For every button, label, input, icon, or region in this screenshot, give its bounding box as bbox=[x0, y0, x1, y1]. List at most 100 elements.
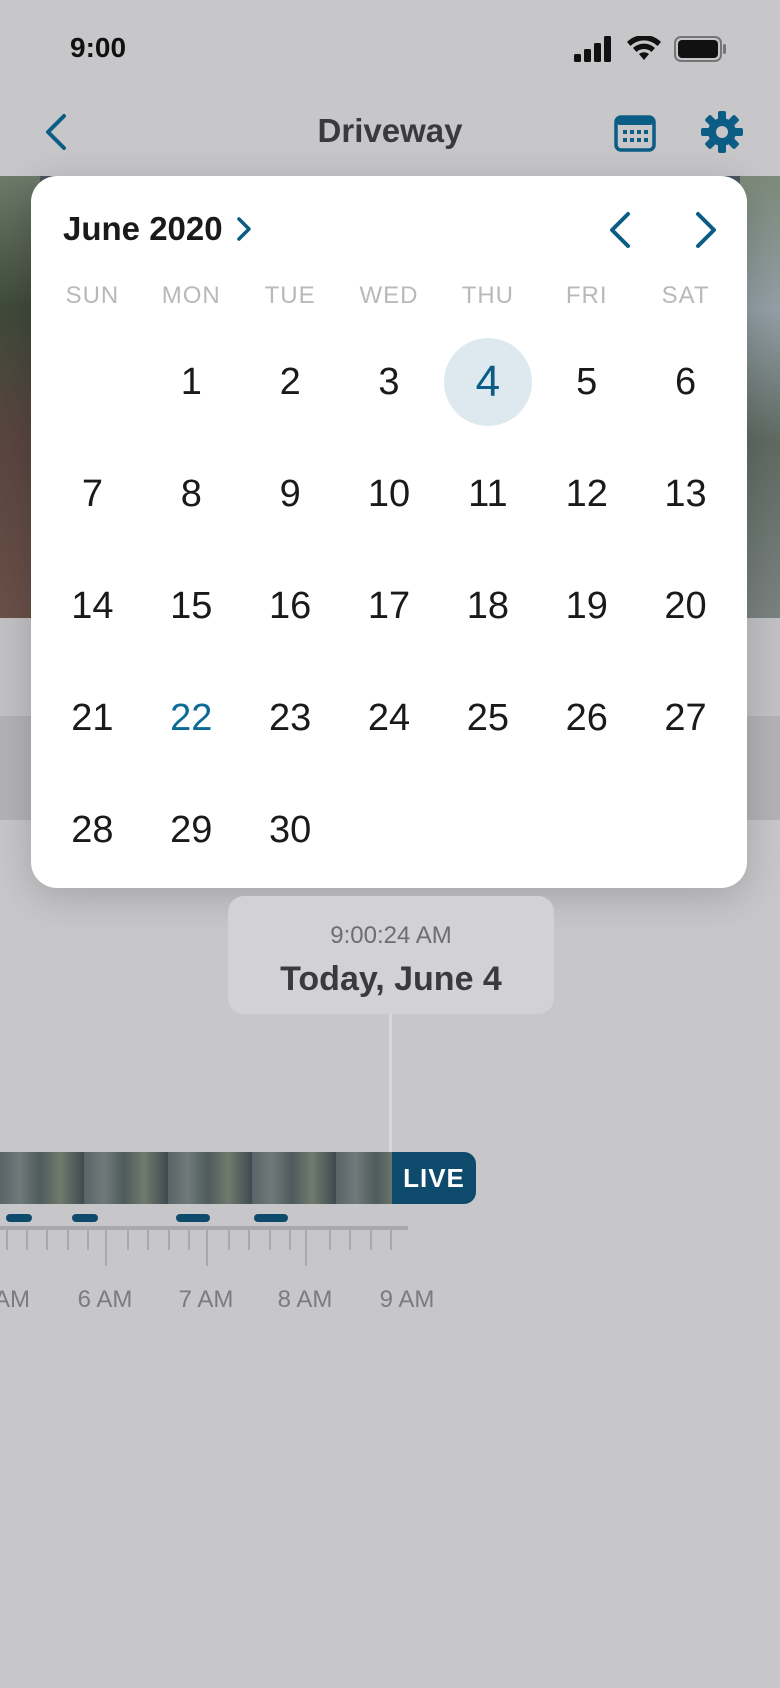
calendar-day-number: 8 bbox=[180, 472, 202, 515]
minor-tick bbox=[248, 1230, 251, 1250]
calendar-day[interactable]: 27 bbox=[636, 662, 735, 774]
calendar-day-number: 21 bbox=[71, 696, 114, 739]
calendar-day-empty bbox=[340, 774, 439, 886]
weekday-label: SAT bbox=[661, 282, 710, 309]
weekday-label: FRI bbox=[565, 282, 608, 309]
calendar-day[interactable]: 20 bbox=[636, 550, 735, 662]
chevron-right-icon bbox=[236, 217, 251, 241]
calendar-day[interactable]: 19 bbox=[537, 550, 636, 662]
calendar-day-number: 17 bbox=[367, 584, 411, 627]
calendar-day-number: 1 bbox=[180, 360, 202, 403]
calendar-day-number: 3 bbox=[378, 360, 400, 403]
calendar-day[interactable]: 15 bbox=[142, 550, 241, 662]
minor-tick bbox=[228, 1230, 231, 1250]
nav-bar: Driveway bbox=[0, 90, 780, 176]
calendar-day[interactable]: 30 bbox=[241, 774, 340, 886]
clip-thumbnail-strip[interactable] bbox=[0, 1152, 392, 1204]
weekday-label: SUN bbox=[65, 282, 120, 309]
time-label: AM bbox=[0, 1286, 30, 1313]
minor-tick bbox=[127, 1230, 130, 1250]
month-selector[interactable]: June 2020 bbox=[63, 210, 253, 248]
calendar-day-number: 10 bbox=[367, 472, 411, 515]
calendar-day[interactable]: 5 bbox=[537, 326, 636, 438]
calendar-day[interactable]: 3 bbox=[340, 326, 439, 438]
event-marker[interactable] bbox=[176, 1214, 210, 1222]
calendar-day-empty bbox=[438, 774, 537, 886]
timeline-ruler bbox=[0, 1226, 408, 1230]
calendar-day[interactable]: 24 bbox=[340, 662, 439, 774]
calendar-day[interactable]: 26 bbox=[537, 662, 636, 774]
calendar-grid: 1 2 3 4 5 6 7 8 9 10 11 12 13 14 15 16 17 18 19 20 21 22 23 24 2… bbox=[31, 326, 747, 886]
next-month-button[interactable] bbox=[685, 208, 725, 252]
minor-tick bbox=[187, 1230, 190, 1250]
calendar-day-number: 29 bbox=[170, 808, 213, 851]
gear-icon[interactable] bbox=[700, 110, 744, 154]
calendar-day-number: 12 bbox=[565, 472, 608, 515]
current-time-indicator: 9:00:24 AM Today, June 4 bbox=[228, 896, 554, 1014]
calendar-day-number: 15 bbox=[170, 584, 213, 627]
calendar-day[interactable]: 10 bbox=[340, 438, 439, 550]
time-label: 6 AM bbox=[77, 1286, 133, 1313]
minor-tick bbox=[86, 1230, 89, 1250]
calendar-day-number: 23 bbox=[268, 696, 312, 739]
weekday-label: MON bbox=[161, 282, 221, 309]
page-title: Driveway bbox=[317, 112, 463, 149]
calendar-day[interactable]: 11 bbox=[438, 438, 537, 550]
calendar-day-selected[interactable]: 4 bbox=[438, 326, 537, 438]
calendar-day-number: 28 bbox=[71, 808, 114, 851]
calendar-header: June 2020 bbox=[31, 176, 747, 276]
calendar-day[interactable]: 7 bbox=[43, 438, 142, 550]
current-date: Today, June 4 bbox=[280, 960, 502, 998]
minor-tick bbox=[167, 1230, 170, 1250]
month-label: June 2020 bbox=[63, 210, 223, 247]
calendar-day[interactable]: 8 bbox=[142, 438, 241, 550]
previous-month-button[interactable] bbox=[601, 208, 641, 252]
calendar-day-empty bbox=[537, 774, 636, 886]
calendar-day[interactable]: 1 bbox=[142, 326, 241, 438]
status-icons bbox=[574, 36, 728, 62]
calendar-day-number: 18 bbox=[466, 584, 509, 627]
calendar-day[interactable]: 28 bbox=[43, 774, 142, 886]
calendar-day[interactable]: 2 bbox=[241, 326, 340, 438]
calendar-day[interactable]: 25 bbox=[438, 662, 537, 774]
calendar-day[interactable]: 21 bbox=[43, 662, 142, 774]
calendar-day-number: 24 bbox=[367, 696, 411, 739]
event-marker[interactable] bbox=[254, 1214, 288, 1222]
calendar-popover: June 2020 SUN MON TUE WED THU FRI SAT 12… bbox=[31, 176, 747, 888]
calendar-day[interactable]: 14 bbox=[43, 550, 142, 662]
calendar-day[interactable]: 16 bbox=[241, 550, 340, 662]
calendar-day[interactable]: 22 bbox=[142, 662, 241, 774]
calendar-day-number: 6 bbox=[674, 360, 697, 403]
event-marker[interactable] bbox=[72, 1214, 98, 1222]
calendar-day[interactable]: 13 bbox=[636, 438, 735, 550]
calendar-day[interactable]: 29 bbox=[142, 774, 241, 886]
minor-tick bbox=[268, 1230, 271, 1250]
minor-tick bbox=[349, 1230, 352, 1250]
minor-tick bbox=[389, 1230, 392, 1250]
calendar-day[interactable]: 9 bbox=[241, 438, 340, 550]
calendar-day-number: 26 bbox=[565, 696, 608, 739]
minor-tick bbox=[6, 1230, 8, 1250]
minor-tick bbox=[288, 1230, 291, 1250]
battery-icon bbox=[674, 36, 726, 62]
calendar-day-number: 2 bbox=[279, 360, 301, 403]
calendar-day-number: 11 bbox=[468, 472, 508, 515]
live-button[interactable]: LIVE bbox=[392, 1152, 476, 1204]
calendar-day[interactable]: 23 bbox=[241, 662, 340, 774]
calendar-icon[interactable] bbox=[614, 112, 656, 154]
minor-tick bbox=[329, 1230, 332, 1250]
calendar-day-number: 19 bbox=[565, 584, 608, 627]
playhead-line bbox=[389, 1014, 392, 1154]
major-tick bbox=[206, 1230, 208, 1266]
calendar-day[interactable]: 12 bbox=[537, 438, 636, 550]
calendar-day[interactable]: 17 bbox=[340, 550, 439, 662]
wifi-icon bbox=[627, 36, 661, 60]
status-bar: 9:00 bbox=[0, 0, 780, 90]
weekday-label: TUE bbox=[264, 282, 316, 309]
minor-tick bbox=[46, 1230, 49, 1250]
calendar-day[interactable]: 18 bbox=[438, 550, 537, 662]
calendar-day[interactable]: 6 bbox=[636, 326, 735, 438]
event-marker[interactable] bbox=[6, 1214, 32, 1222]
major-tick bbox=[105, 1230, 107, 1266]
signal-icon bbox=[574, 36, 611, 62]
